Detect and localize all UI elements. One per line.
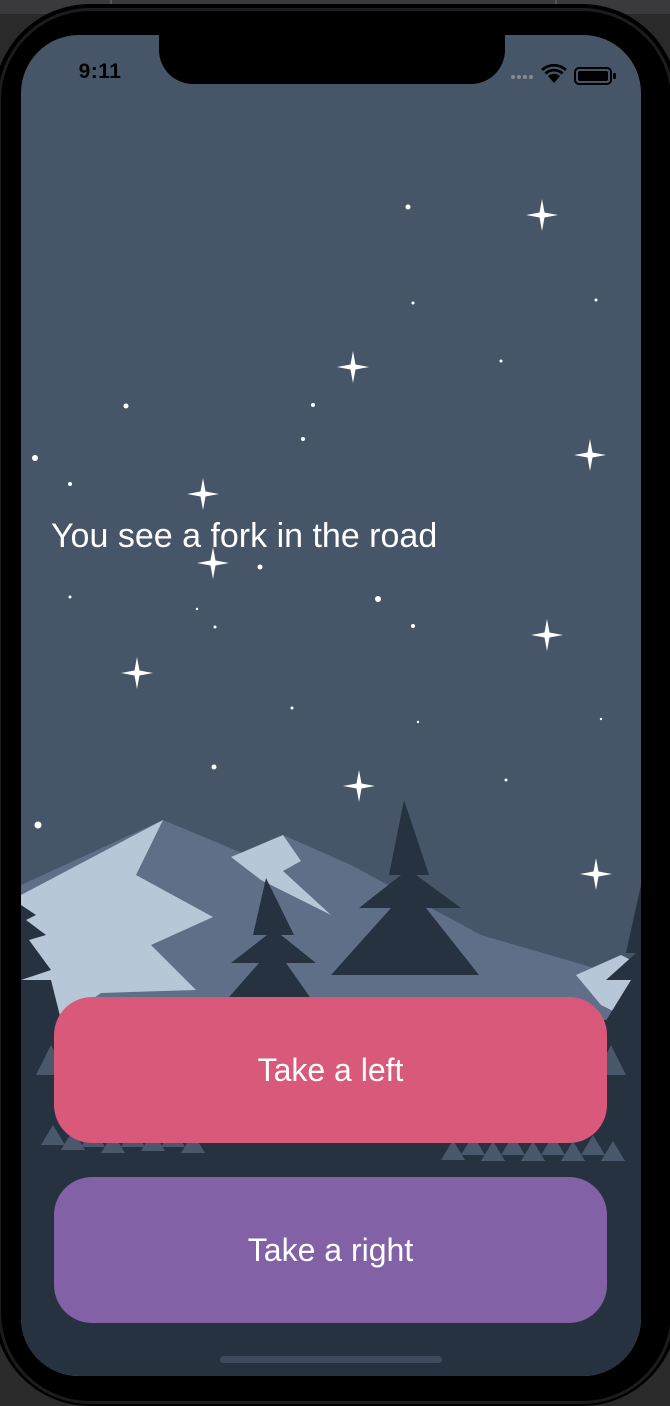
- battery-icon: [574, 67, 616, 85]
- status-bar-icons: [509, 63, 619, 85]
- device-notch: [159, 35, 505, 84]
- phone-screen: 9:11 You see a fork in the road Take a l: [21, 35, 641, 1376]
- night-scene-illustration: [21, 199, 641, 1376]
- cellular-signal-icon: [511, 75, 533, 79]
- home-indicator[interactable]: [220, 1356, 442, 1363]
- take-left-button[interactable]: Take a left: [54, 997, 607, 1143]
- take-right-button[interactable]: Take a right: [54, 1177, 607, 1323]
- take-left-label: Take a left: [257, 1051, 404, 1088]
- wifi-icon: [541, 63, 567, 83]
- story-text: You see a fork in the road: [51, 517, 438, 555]
- take-right-label: Take a right: [247, 1231, 414, 1268]
- status-bar-time: 9:11: [78, 60, 122, 83]
